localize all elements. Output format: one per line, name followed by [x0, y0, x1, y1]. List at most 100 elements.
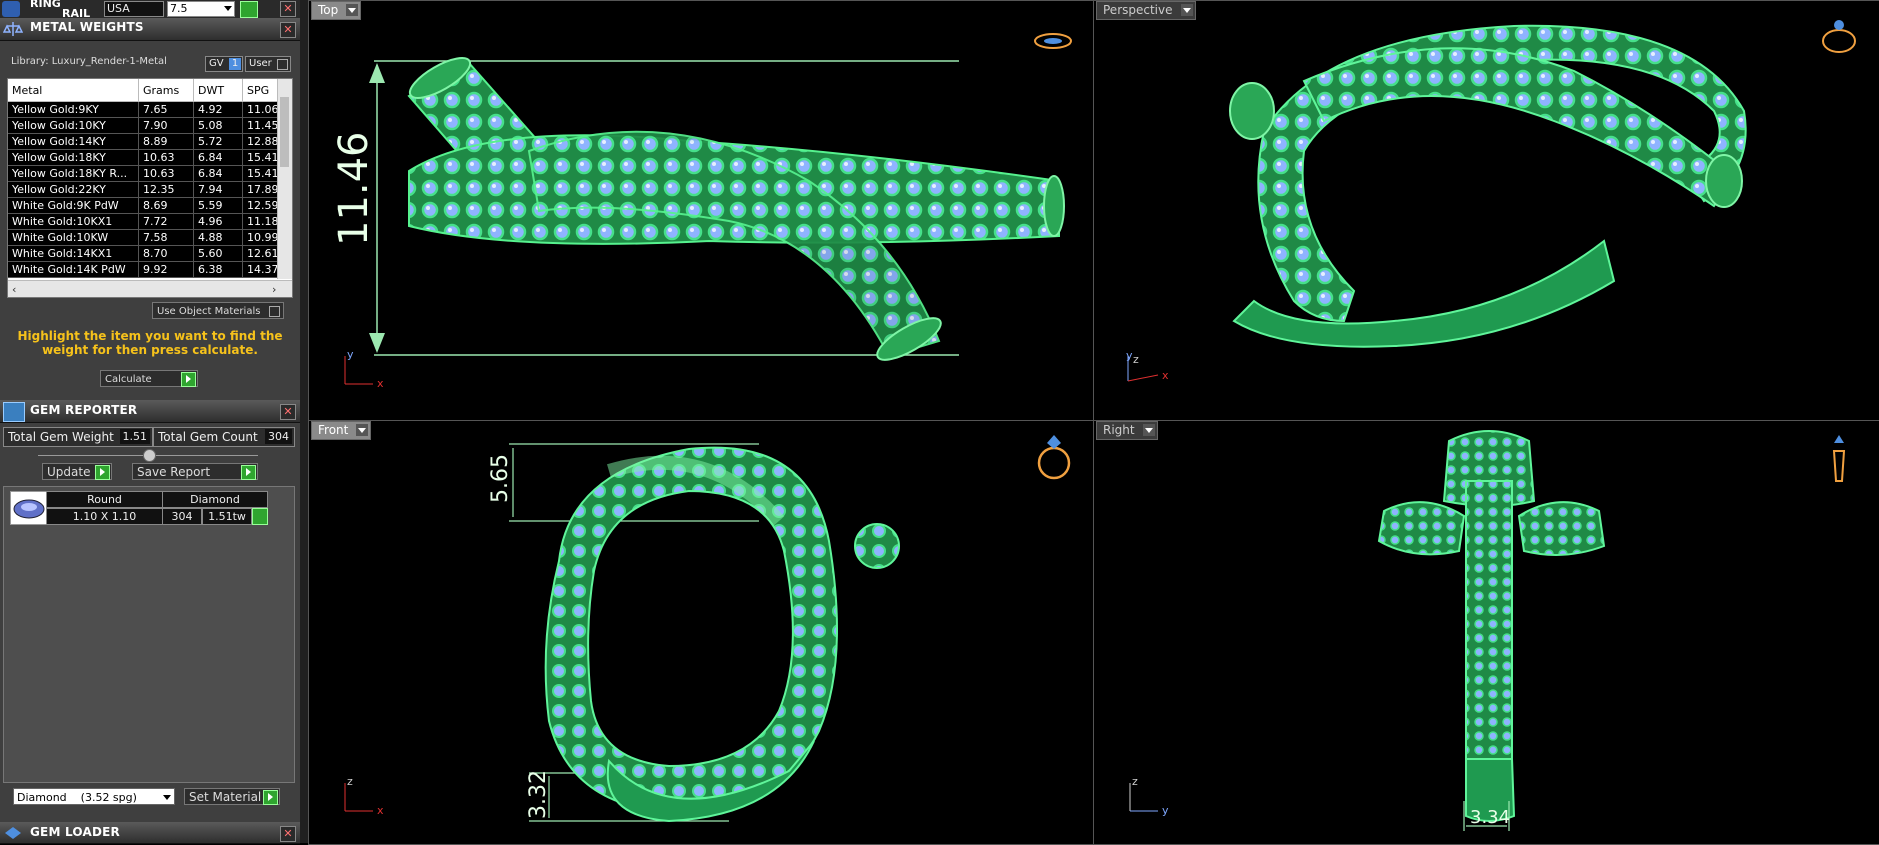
persp-axis-y: y: [1126, 349, 1133, 362]
calculate-label: Calculate: [105, 374, 152, 385]
table-row[interactable]: Yellow Gold:14KY 8.89 5.72 12.88: [8, 133, 292, 150]
total-gem-count-box: Total Gem Count 304: [153, 427, 295, 447]
gem-col-shape: Round: [46, 491, 163, 508]
col-metal[interactable]: Metal: [8, 79, 139, 102]
front-dimension-bottom: 3.32: [526, 770, 551, 819]
save-report-button[interactable]: Save Report: [132, 463, 258, 480]
table-row[interactable]: White Gold:9K PdW 8.69 5.59 12.59: [8, 197, 292, 214]
gem-report-icon: [3, 402, 25, 422]
set-material-button[interactable]: Set Material: [184, 788, 280, 805]
chevron-down-icon[interactable]: [1180, 4, 1193, 16]
size-go-button[interactable]: [240, 1, 258, 18]
col-dwt[interactable]: DWT: [193, 79, 243, 102]
calculate-button[interactable]: Calculate: [100, 370, 198, 387]
user-label: User: [249, 58, 272, 69]
table-row[interactable]: Yellow Gold:22KY 12.35 7.94 17.89: [8, 181, 292, 198]
ringrail-icon: [2, 1, 20, 17]
total-gem-weight-label: Total Gem Weight: [8, 430, 114, 444]
total-gem-count-value: 304: [265, 429, 292, 444]
use-object-materials-label: Use Object Materials: [157, 306, 261, 317]
top-dimension: 11.46: [331, 131, 377, 246]
scroll-right-icon[interactable]: ›: [272, 283, 276, 296]
scale-icon: [3, 22, 23, 36]
table-row[interactable]: Yellow Gold:10KY 7.90 5.08 11.45: [8, 117, 292, 134]
metal-table: Metal Grams DWT SPG Yellow Gold:9KY 7.65 4…: [7, 78, 293, 298]
viewport-top-label[interactable]: Top: [311, 1, 362, 20]
metal-weights-close-icon[interactable]: ✕: [280, 22, 296, 38]
table-row[interactable]: White Gold:10KW 7.58 4.88 10.99: [8, 229, 292, 246]
update-label: Update: [47, 465, 91, 479]
save-report-label: Save Report: [137, 465, 211, 479]
ring-orientation-icon: [1034, 33, 1072, 49]
scroll-left-icon[interactable]: ‹: [12, 283, 16, 296]
gem-reporter-close-icon[interactable]: ✕: [280, 404, 296, 420]
ring-orientation-icon: [1822, 20, 1856, 53]
viewport-perspective[interactable]: Perspective z x y: [1093, 0, 1879, 421]
chevron-down-icon[interactable]: [1142, 424, 1155, 436]
chevron-down-icon[interactable]: [346, 4, 359, 16]
play-icon: [95, 465, 110, 480]
diamond-icon: [13, 499, 45, 519]
ring-orientation-icon: [1832, 435, 1846, 482]
use-object-materials-checkbox[interactable]: [269, 306, 280, 317]
gem-loader-close-icon[interactable]: ✕: [280, 826, 296, 842]
right-view-render: 3.34 z y: [1129, 430, 1846, 831]
vertical-scrollbar[interactable]: [277, 79, 292, 279]
size-select[interactable]: 7.5: [167, 1, 235, 17]
gv-toggle[interactable]: GV 1: [205, 56, 243, 72]
persp-axis-z: z: [1133, 353, 1139, 366]
gv-number: 1: [229, 58, 241, 70]
top-axis-x: x: [377, 377, 384, 390]
use-object-materials-toggle[interactable]: Use Object Materials: [152, 302, 284, 319]
scroll-thumb[interactable]: [280, 97, 289, 167]
table-row[interactable]: White Gold:14KX1 8.70 5.60 12.61: [8, 245, 292, 262]
splitter-handle[interactable]: [143, 449, 156, 462]
metal-weights-header: METAL WEIGHTS ✕: [0, 18, 300, 41]
top-view-render: 11.46 y x: [331, 33, 1072, 390]
viewport-front[interactable]: Front 5.65 3.32 z x: [308, 420, 1094, 845]
horizontal-scrollbar[interactable]: ‹ ›: [8, 280, 292, 297]
gem-loader-icon: [5, 827, 21, 839]
set-material-label: Set Material: [189, 790, 262, 804]
table-row[interactable]: White Gold:10KX1 7.72 4.96 11.18: [8, 213, 292, 230]
viewport-right[interactable]: Right 3.34 z y: [1093, 420, 1879, 845]
table-row[interactable]: Yellow Gold:9KY 7.65 4.92 11.06: [8, 101, 292, 118]
gem-col-material: Diamond: [162, 491, 268, 508]
size-select-value: 7.5: [170, 2, 188, 15]
col-grams[interactable]: Grams: [138, 79, 194, 102]
gem-reporter-title: GEM REPORTER: [30, 403, 138, 417]
front-dimension-top: 5.65: [488, 454, 513, 503]
gem-row-go-button[interactable]: [252, 508, 268, 525]
gem-thumbnail[interactable]: [10, 491, 48, 525]
gem-row-tw[interactable]: 1.51tw: [202, 508, 252, 525]
ringrail-title-1: RING: [30, 0, 61, 10]
panel-divider[interactable]: [300, 0, 308, 843]
viewport-top[interactable]: Top 11.46 y x: [308, 0, 1094, 421]
viewport-perspective-label[interactable]: Perspective: [1096, 1, 1196, 20]
front-view-render: 5.65 3.32 z x: [344, 435, 1071, 823]
total-gem-count-label: Total Gem Count: [158, 430, 258, 444]
material-select-value: Diamond (3.52 spg): [17, 791, 137, 804]
gem-row-size[interactable]: 1.10 X 1.10: [46, 508, 163, 525]
ringrail-bar: RING RAIL USA 7.5 ✕: [0, 0, 300, 20]
table-row[interactable]: Yellow Gold:18KY 10.63 6.84 15.41: [8, 149, 292, 166]
metal-weights-title: METAL WEIGHTS: [30, 20, 144, 34]
material-select[interactable]: Diamond (3.52 spg): [13, 788, 175, 805]
user-checkbox[interactable]: [277, 59, 288, 70]
table-row[interactable]: Yellow Gold:18KY R... 10.63 6.84 15.41: [8, 165, 292, 182]
update-button[interactable]: Update: [42, 463, 112, 480]
country-field[interactable]: USA: [104, 1, 164, 17]
viewport-right-label[interactable]: Right: [1096, 421, 1158, 440]
chevron-down-icon: [163, 795, 171, 800]
user-toggle[interactable]: User: [245, 56, 291, 72]
chevron-down-icon: [224, 6, 232, 11]
gem-row-count[interactable]: 304: [162, 508, 202, 525]
total-gem-weight-box: Total Gem Weight 1.51: [3, 427, 153, 447]
ringrail-close-icon[interactable]: ✕: [280, 1, 296, 17]
table-row[interactable]: White Gold:14K PdW 9.92 6.38 14.37: [8, 261, 292, 278]
front-axis-z: z: [347, 775, 353, 788]
right-axis-z: z: [1132, 775, 1138, 788]
play-icon: [181, 372, 196, 387]
viewport-front-label[interactable]: Front: [311, 421, 372, 440]
chevron-down-icon[interactable]: [356, 424, 369, 436]
